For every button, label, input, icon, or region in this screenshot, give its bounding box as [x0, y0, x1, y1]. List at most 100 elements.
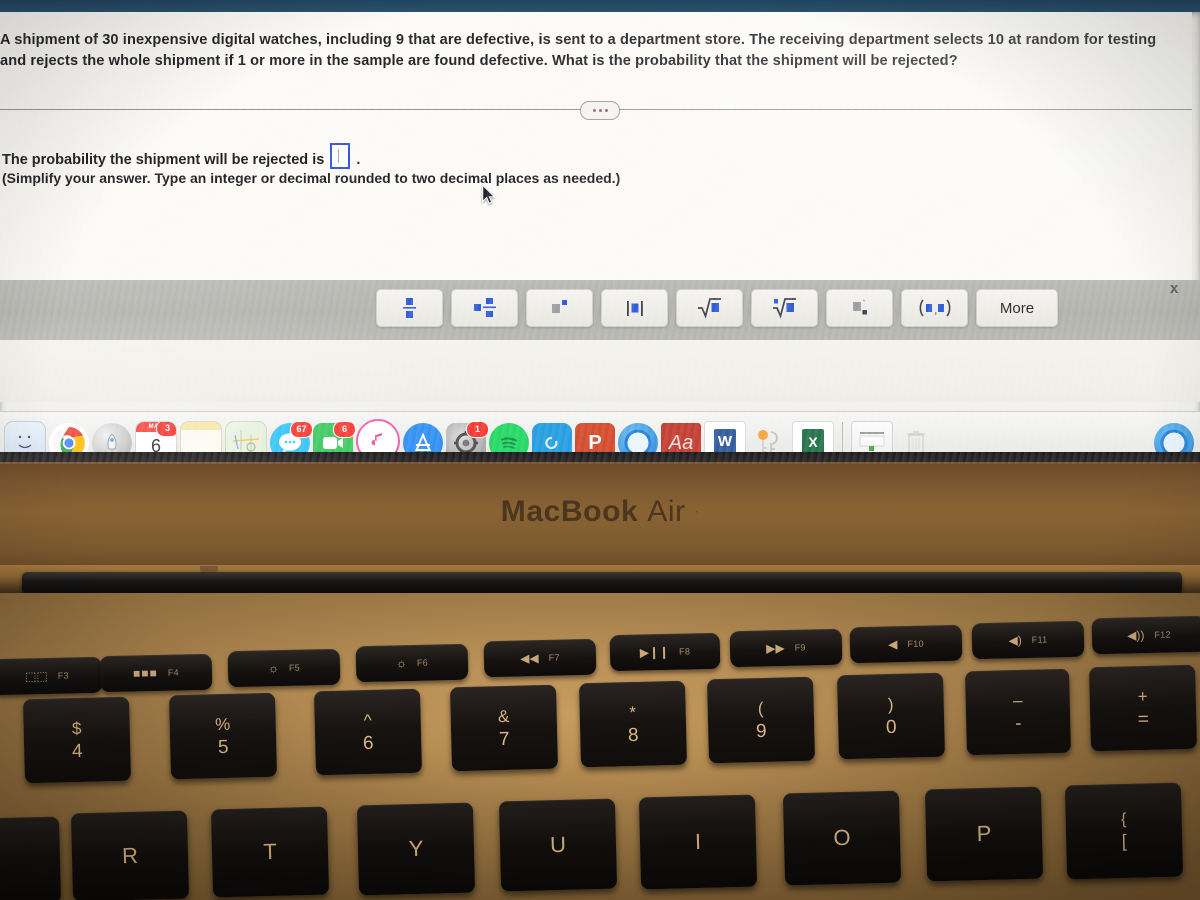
key-bracket[interactable]: { [	[1064, 782, 1184, 880]
key-u[interactable]: U	[498, 798, 618, 892]
answer-prompt-text: The probability the shipment will be rej…	[2, 152, 325, 168]
key-y[interactable]: Y	[356, 802, 476, 896]
rocket-icon	[107, 432, 117, 453]
close-icon[interactable]: x	[1170, 280, 1178, 297]
key-0-lower: 0	[885, 716, 897, 738]
ellipsis-dot	[592, 109, 596, 112]
mixed-number-button[interactable]	[451, 289, 518, 327]
key-left-partial[interactable]	[0, 816, 62, 900]
svg-text:,: ,	[934, 305, 937, 317]
more-button[interactable]: More	[976, 289, 1058, 327]
volume-up-icon: ◀))	[1127, 628, 1145, 643]
key-f11-label: F11	[1031, 634, 1048, 645]
key-y-label: Y	[408, 835, 424, 862]
key-f11[interactable]: ◀) F11	[971, 620, 1085, 660]
facetime-badge: 6	[333, 420, 356, 438]
nth-root-button[interactable]	[751, 289, 818, 327]
fraction-button[interactable]	[376, 289, 443, 327]
hinge-bar	[22, 572, 1182, 594]
fraction-icon	[403, 298, 416, 318]
launchpad-grid-icon: ■■■	[132, 665, 158, 681]
key-6[interactable]: ^ 6	[313, 688, 423, 776]
key-f10-label: F10	[907, 638, 924, 649]
keyboard-dim-icon: ☼	[267, 661, 280, 676]
key-8-lower: 8	[627, 724, 639, 746]
key-f12-label: F12	[1154, 629, 1171, 640]
question-card: A shipment of 30 inexpensive digital wat…	[0, 12, 1192, 281]
nth-root-icon	[772, 298, 796, 319]
brand-light: Air	[647, 495, 686, 528]
key-f3[interactable]: ⬚⬚ F3	[0, 656, 103, 696]
rewind-icon: ◀◀	[520, 651, 539, 666]
music-note-icon	[371, 432, 382, 445]
question-text: A shipment of 30 inexpensive digital wat…	[0, 32, 1157, 69]
key-f10[interactable]: ◀ F10	[849, 624, 963, 664]
fast-forward-icon: ▶▶	[766, 641, 785, 656]
key-u-label: U	[549, 831, 567, 858]
answer-input[interactable]	[330, 143, 351, 169]
key-4[interactable]: $ 4	[22, 696, 132, 784]
key-equals-lower: =	[1137, 708, 1150, 730]
square-root-icon	[697, 298, 721, 319]
key-bracket-upper: {	[1120, 810, 1127, 829]
mute-icon: ◀	[888, 637, 898, 652]
key-p-label: P	[976, 820, 992, 847]
key-9[interactable]: ( 9	[706, 676, 816, 764]
key-f12[interactable]: ◀)) F12	[1091, 615, 1200, 655]
exponent-button[interactable]	[526, 289, 593, 327]
key-7[interactable]: & 7	[449, 684, 559, 772]
subscript-button[interactable]	[826, 289, 893, 327]
mission-control-icon: ⬚⬚	[24, 668, 48, 684]
excel-glyph: X	[802, 428, 824, 455]
key-f8[interactable]: ▶❙❙ F8	[609, 632, 721, 672]
key-i[interactable]: I	[638, 794, 758, 890]
key-5-upper: %	[214, 714, 231, 734]
answer-prompt-period: .	[356, 152, 361, 168]
key-minus[interactable]: – -	[964, 668, 1072, 756]
key-f4[interactable]: ■■■ F4	[99, 653, 213, 693]
key-f3-label: F3	[57, 670, 69, 681]
key-5-lower: 5	[217, 736, 229, 758]
action-strip: example Get more help▲ Clear all Check a…	[0, 340, 1200, 402]
ordered-pair-icon: ,	[919, 299, 950, 317]
key-9-lower: 9	[755, 720, 767, 742]
key-minus-lower: -	[1014, 712, 1022, 734]
key-r[interactable]: R	[70, 810, 190, 900]
key-o[interactable]: O	[782, 790, 902, 886]
key-equals-upper: +	[1137, 686, 1148, 706]
expand-ellipsis-button[interactable]	[580, 101, 620, 120]
key-t[interactable]: T	[210, 806, 330, 898]
key-7-upper: &	[497, 706, 510, 726]
key-0[interactable]: ) 0	[836, 672, 946, 760]
app-store-icon	[414, 431, 432, 451]
dock-separator	[842, 421, 843, 456]
key-f9-label: F9	[794, 642, 806, 653]
ordered-pair-button[interactable]: ,	[901, 289, 968, 327]
key-p[interactable]: P	[924, 786, 1044, 882]
key-9-upper: (	[757, 698, 764, 718]
ellipsis-dot	[598, 109, 602, 112]
key-f6[interactable]: ☼ F6	[355, 643, 469, 683]
system-preferences-badge: 1	[466, 420, 489, 438]
key-5[interactable]: % 5	[168, 692, 278, 780]
ellipsis-dot	[604, 109, 608, 112]
key-f5[interactable]: ☼ F5	[227, 648, 341, 688]
key-f6-label: F6	[416, 657, 429, 668]
key-equals[interactable]: + =	[1088, 664, 1198, 752]
absolute-value-button[interactable]	[601, 289, 668, 327]
key-i-label: I	[694, 828, 702, 855]
laptop-screen: A shipment of 30 inexpensive digital wat…	[0, 12, 1200, 464]
square-root-button[interactable]	[676, 289, 743, 327]
key-6-lower: 6	[362, 732, 374, 754]
key-f7[interactable]: ◀◀ F7	[483, 638, 597, 678]
word-glyph: W	[714, 428, 736, 455]
brand-bold: MacBook	[500, 495, 639, 528]
key-f4-label: F4	[167, 667, 180, 678]
key-8[interactable]: * 8	[578, 680, 688, 768]
key-0-upper: )	[887, 694, 894, 714]
key-7-lower: 7	[498, 728, 510, 750]
key-f9[interactable]: ▶▶ F9	[729, 628, 843, 668]
answer-prompt: The probability the shipment will be rej…	[2, 143, 360, 169]
mixed-number-icon	[473, 298, 496, 317]
key-r-label: R	[121, 842, 139, 869]
